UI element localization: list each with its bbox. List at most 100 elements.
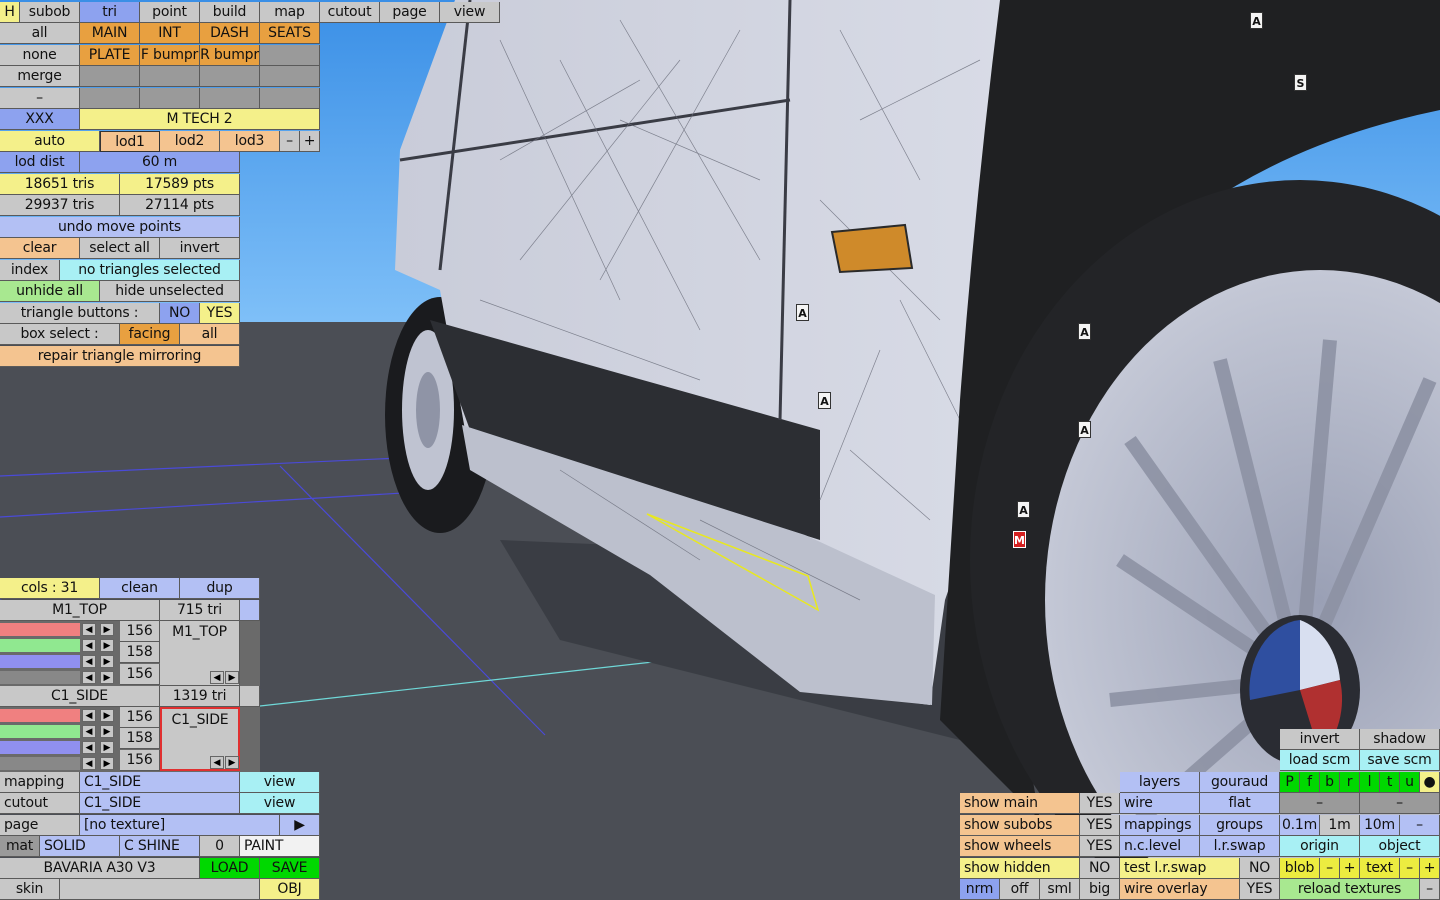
skin-field[interactable]	[60, 879, 260, 900]
tab-build[interactable]: build	[200, 2, 260, 23]
tab-h[interactable]: H	[0, 2, 20, 23]
reload-textures-button[interactable]: reload textures	[1280, 879, 1420, 900]
show-main-value[interactable]: YES	[1080, 793, 1120, 814]
right-arrow-icon[interactable]: ▶	[100, 639, 114, 652]
wire-button[interactable]: wire	[1120, 793, 1200, 814]
left-arrow-icon[interactable]: ◀	[82, 725, 96, 738]
clear-button[interactable]: clear	[0, 238, 80, 259]
lod-dist-value[interactable]: 60 m	[80, 152, 240, 173]
mappings-button[interactable]: mappings	[1120, 815, 1200, 836]
subob-empty[interactable]	[260, 66, 320, 87]
minus-button[interactable]: –	[1280, 793, 1360, 814]
subob-empty[interactable]	[260, 88, 320, 109]
marker-a[interactable]: A	[796, 304, 809, 321]
marker-a[interactable]: A	[1078, 323, 1091, 340]
mapping-value[interactable]: C1_SIDE	[80, 772, 240, 793]
none-button[interactable]: none	[0, 45, 80, 66]
lr-swap-button[interactable]: l.r.swap	[1200, 836, 1280, 857]
triangle-buttons-yes[interactable]: YES	[200, 303, 240, 324]
groups-button[interactable]: groups	[1200, 815, 1280, 836]
reload-minus-button[interactable]: –	[1420, 879, 1440, 900]
text-plus-button[interactable]: +	[1420, 858, 1440, 879]
index-button[interactable]: index	[0, 260, 60, 281]
nc-level-button[interactable]: n.c.level	[1120, 836, 1200, 857]
car-file-name[interactable]: BAVARIA A30 V3	[0, 858, 200, 879]
tab-cutout[interactable]: cutout	[320, 2, 380, 23]
material-name[interactable]: M1_TOP	[0, 600, 160, 621]
xxx-button[interactable]: XXX	[0, 109, 80, 130]
dup-button[interactable]: dup	[180, 578, 260, 599]
subob-plate[interactable]: PLATE	[80, 45, 140, 66]
text-minus-button[interactable]: –	[1400, 858, 1420, 879]
mapping-view-button[interactable]: view	[240, 772, 320, 793]
grid-1m-button[interactable]: 1m	[1320, 815, 1360, 836]
load-scm-button[interactable]: load scm	[1280, 750, 1360, 771]
car-name-field[interactable]: M TECH 2	[80, 109, 320, 130]
blob-minus-button[interactable]: –	[1320, 858, 1340, 879]
tab-map[interactable]: map	[260, 2, 320, 23]
save-button[interactable]: SAVE	[260, 858, 320, 879]
left-arrow-icon[interactable]: ◀	[210, 756, 224, 769]
test-lr-swap-button[interactable]: test l.r.swap	[1120, 858, 1240, 879]
mat-solid-button[interactable]: SOLID	[40, 836, 120, 857]
select-all-button[interactable]: select all	[80, 238, 160, 259]
mat-shine-value[interactable]: 0	[200, 836, 240, 857]
shadow-button[interactable]: shadow	[1360, 729, 1440, 750]
show-subobs-label[interactable]: show subobs	[960, 815, 1080, 836]
hide-unselected-button[interactable]: hide unselected	[100, 281, 240, 302]
layers-button[interactable]: layers	[1120, 772, 1200, 793]
tab-subob[interactable]: subob	[20, 2, 80, 23]
left-arrow-icon[interactable]: ◀	[82, 671, 96, 684]
subob-empty[interactable]	[140, 88, 200, 109]
subob-empty[interactable]	[200, 88, 260, 109]
mat-cshine-button[interactable]: C SHINE	[120, 836, 200, 857]
marker-a[interactable]: A	[1017, 501, 1030, 518]
right-arrow-icon[interactable]: ▶	[100, 709, 114, 722]
load-button[interactable]: LOAD	[200, 858, 260, 879]
tab-tri[interactable]: tri	[80, 2, 140, 23]
big-button[interactable]: big	[1080, 879, 1120, 900]
grid-10m-button[interactable]: 10m	[1360, 815, 1400, 836]
marker-a[interactable]: A	[1078, 421, 1091, 438]
left-arrow-icon[interactable]: ◀	[82, 639, 96, 652]
lod-minus-button[interactable]: –	[280, 131, 300, 152]
text-button[interactable]: text	[1360, 858, 1400, 879]
grid-minus-button[interactable]: –	[1400, 815, 1440, 836]
test-lr-swap-value[interactable]: NO	[1240, 858, 1280, 879]
dot-icon[interactable]: ●	[1420, 772, 1440, 793]
subob-r-bumpr[interactable]: R bumpr	[200, 45, 260, 66]
triangle-buttons-no[interactable]: NO	[160, 303, 200, 324]
minus-button[interactable]: –	[1360, 793, 1440, 814]
skin-label[interactable]: skin	[0, 879, 60, 900]
tab-page[interactable]: page	[380, 2, 440, 23]
clean-button[interactable]: clean	[100, 578, 180, 599]
material-scroll[interactable]	[240, 600, 260, 621]
alpha-channel-slider[interactable]	[0, 671, 80, 684]
origin-button[interactable]: origin	[1280, 836, 1360, 857]
subob-empty[interactable]	[200, 66, 260, 87]
material-name[interactable]: C1_SIDE	[0, 686, 160, 707]
tab-view[interactable]: view	[440, 2, 500, 23]
box-select-facing[interactable]: facing	[120, 324, 180, 345]
subob-seats[interactable]: SEATS	[260, 23, 320, 44]
left-arrow-icon[interactable]: ◀	[210, 671, 224, 684]
show-wheels-value[interactable]: YES	[1080, 836, 1120, 857]
show-hidden-label[interactable]: show hidden	[960, 858, 1080, 879]
left-arrow-icon[interactable]: ◀	[82, 709, 96, 722]
merge-button[interactable]: merge	[0, 66, 80, 87]
blue-channel-slider[interactable]	[0, 655, 80, 668]
show-main-label[interactable]: show main	[960, 793, 1080, 814]
sml-button[interactable]: sml	[1040, 879, 1080, 900]
wire-overlay-button[interactable]: wire overlay	[1120, 879, 1240, 900]
marker-s[interactable]: S	[1294, 74, 1307, 91]
lod-auto-button[interactable]: auto	[0, 131, 100, 152]
right-arrow-icon[interactable]: ▶	[100, 671, 114, 684]
marker-a[interactable]: A	[1250, 12, 1263, 29]
right-arrow-icon[interactable]: ▶	[100, 725, 114, 738]
invert-button[interactable]: invert	[160, 238, 240, 259]
show-hidden-value[interactable]: NO	[1080, 858, 1120, 879]
blob-plus-button[interactable]: +	[1340, 858, 1360, 879]
right-arrow-icon[interactable]: ▶	[100, 741, 114, 754]
undo-move-points-button[interactable]: undo move points	[0, 217, 240, 238]
all-button[interactable]: all	[0, 23, 80, 44]
